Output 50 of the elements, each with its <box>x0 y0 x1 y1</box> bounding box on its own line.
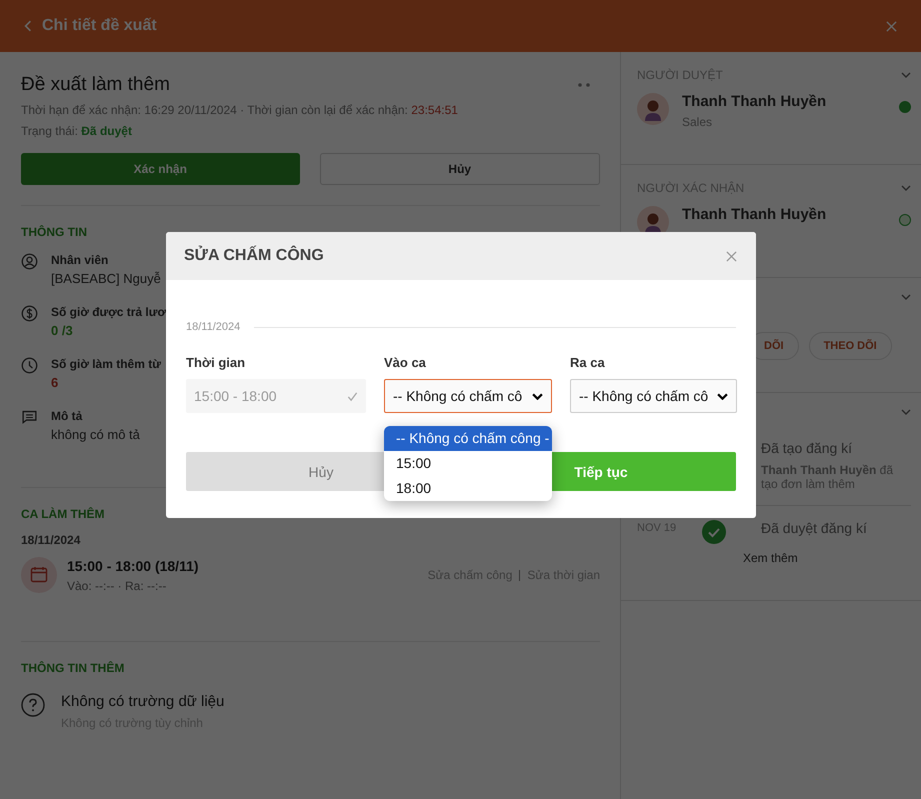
event-title: Đã duyệt đăng kí <box>761 520 868 536</box>
event-title: Đã tạo đăng kí <box>761 440 854 456</box>
field-label: Số giờ được trả lươ <box>51 305 166 319</box>
back-icon[interactable] <box>24 20 32 32</box>
person-name: Thanh Thanh Huyền <box>682 93 828 110</box>
field-label: Số giờ làm thêm từ <box>51 357 161 371</box>
field-label: Thời gian <box>186 355 246 370</box>
check-icon <box>347 390 358 402</box>
clock-icon <box>21 357 38 374</box>
chevron-icon <box>717 392 728 400</box>
section-heading: THÔNG TIN <box>21 225 88 239</box>
comment-icon <box>21 409 38 426</box>
confirm-button[interactable]: Xác nhận <box>21 153 300 185</box>
field-label: Mô tả <box>51 409 84 423</box>
dialog-date: 18/11/2024 <box>186 321 240 333</box>
field-label: Ra ca <box>570 355 606 370</box>
page-title: Chi tiết đề xuất <box>42 17 158 35</box>
field-value: 6 <box>51 375 60 390</box>
chevron-icon[interactable] <box>901 72 911 78</box>
field-label: Vào ca <box>384 355 427 370</box>
chevron-icon[interactable] <box>901 409 911 415</box>
chevron-icon[interactable] <box>901 294 911 300</box>
shift-date: 18/11/2024 <box>21 533 82 547</box>
field-value: không có mô tả <box>51 427 140 442</box>
field-label: Nhân viên <box>51 253 110 267</box>
avatar <box>637 93 669 125</box>
person-name: Thanh Thanh Huyền <box>682 206 828 223</box>
dropdown-option[interactable]: -- Không có chấm công - <box>384 426 552 451</box>
cancel-button[interactable]: Hủy <box>320 153 600 185</box>
help-icon <box>21 693 45 717</box>
select-field[interactable]: -- Không có chấm cô <box>384 379 552 413</box>
chevron-icon[interactable] <box>901 185 911 191</box>
empty-title: Không có trường dữ liệu <box>61 693 224 710</box>
follow-button[interactable]: THEO DÕI <box>808 332 892 360</box>
select-field[interactable]: -- Không có chấm cô <box>570 379 737 413</box>
field-value: 0 /3 <box>51 323 74 338</box>
dialog-title: SỬA CHẤM CÔNG <box>184 247 324 265</box>
close-icon[interactable] <box>726 250 737 262</box>
dollar-icon <box>21 305 38 322</box>
see-more-link[interactable]: Xem thêm <box>743 551 798 565</box>
shift-time: 15:00 - 18:00 (18/11) <box>67 558 200 574</box>
more-icon[interactable] <box>578 83 590 87</box>
calendar-icon <box>21 557 57 593</box>
section-heading: THÔNG TIN THÊM <box>21 661 126 675</box>
chevron-icon <box>532 392 543 400</box>
proposal-title: Đề xuất làm thêm <box>21 74 170 96</box>
time-field: 15:00 - 18:00 <box>186 379 366 413</box>
person-icon <box>21 253 38 270</box>
section-heading: CA LÀM THÊM <box>21 507 106 521</box>
check-times: Vào: --:-- · Ra: --:-- <box>67 578 168 592</box>
